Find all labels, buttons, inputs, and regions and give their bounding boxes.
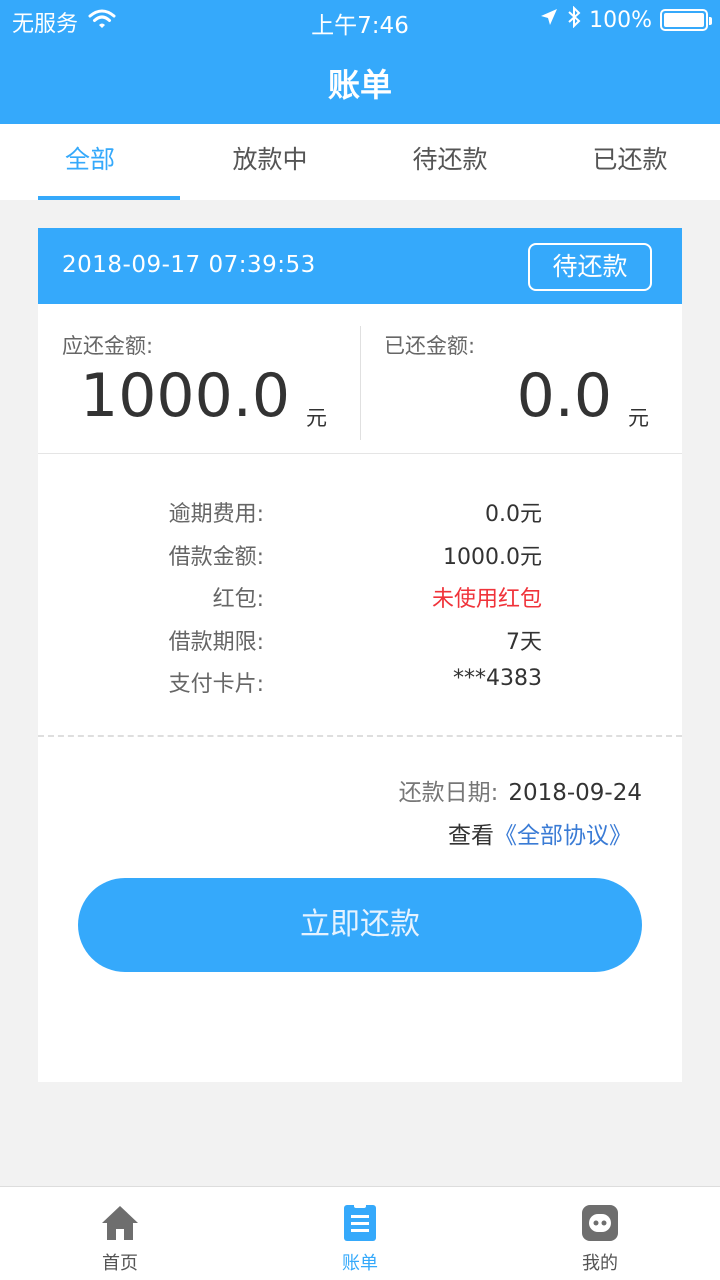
repay-date-value: 2018-09-24 (508, 780, 642, 806)
battery-percent: 100% (589, 7, 652, 33)
bluetooth-icon (567, 5, 581, 34)
nav-item-bill[interactable]: 账单 (240, 1187, 480, 1280)
nav-item-home[interactable]: 首页 (0, 1187, 240, 1280)
dashed-divider (38, 735, 682, 737)
repay-date: 还款日期: 2018-09-24 (399, 773, 642, 807)
tab-all[interactable]: 全部 (0, 124, 180, 200)
nav-label-bill: 账单 (342, 1253, 378, 1274)
nav-label-home: 首页 (102, 1253, 138, 1274)
detail-value: 7天 (506, 629, 542, 655)
app-header: 无服务 上午7:46 100% 账单 (0, 0, 720, 124)
bill-date: 2018-09-17 07:39:53 (62, 252, 316, 278)
due-amount-value: 1000.0 (80, 361, 290, 431)
bill-card-header: 2018-09-17 07:39:53 待还款 (38, 228, 682, 304)
due-amount-label: 应还金额: (62, 334, 154, 358)
detail-row-payment-card: 支付卡片: ***4383 (38, 666, 682, 709)
paid-amount-label: 已还金额: (384, 334, 476, 358)
profile-icon (580, 1203, 620, 1243)
paid-amount-unit: 元 (628, 406, 649, 430)
detail-label: 借款期限: (168, 629, 264, 655)
status-bar: 无服务 上午7:46 100% (0, 0, 720, 40)
amount-summary: 应还金额: 1000.0 元 已还金额: 0.0 元 (38, 304, 682, 454)
tab-disbursing[interactable]: 放款中 (180, 124, 360, 200)
detail-row-red-packet: 红包: 未使用红包 (38, 581, 682, 624)
tab-repaid[interactable]: 已还款 (540, 124, 720, 200)
detail-label: 支付卡片: (168, 672, 264, 697)
home-icon (100, 1203, 140, 1243)
nav-item-mine[interactable]: 我的 (480, 1187, 720, 1280)
battery-level (664, 13, 704, 27)
detail-row-loan-amount: 借款金额: 1000.0元 (38, 539, 682, 582)
repay-now-button[interactable]: 立即还款 (78, 878, 642, 972)
bill-details: 逾期费用: 0.0元 借款金额: 1000.0元 红包: 未使用红包 借款期限:… (38, 496, 682, 709)
bill-card: 2018-09-17 07:39:53 待还款 应还金额: 1000.0 元 已… (38, 228, 682, 1082)
detail-label: 逾期费用: (168, 502, 264, 527)
detail-label: 借款金额: (168, 544, 264, 570)
nav-label-mine: 我的 (582, 1253, 618, 1274)
filter-tabs: 全部 放款中 待还款 已还款 (0, 124, 720, 200)
repay-date-label: 还款日期: (398, 780, 499, 806)
paid-amount-value: 0.0 (516, 361, 612, 431)
bill-icon (340, 1203, 380, 1243)
detail-row-loan-term: 借款期限: 7天 (38, 624, 682, 667)
detail-value: 1000.0元 (443, 544, 542, 570)
page-title: 账单 (327, 66, 392, 104)
amount-divider (360, 326, 361, 440)
battery-icon (660, 9, 712, 31)
detail-value: 0.0元 (485, 502, 542, 527)
location-arrow-icon (539, 7, 559, 33)
detail-value: ***4383 (453, 666, 542, 691)
agreement-line: 查看《全部协议》 (448, 816, 632, 850)
bottom-nav: 首页 账单 我的 (0, 1186, 720, 1280)
detail-value-red-packet: 未使用红包 (431, 587, 542, 612)
tab-pending-repayment[interactable]: 待还款 (360, 124, 540, 200)
status-badge: 待还款 (528, 243, 652, 291)
detail-row-overdue-fee: 逾期费用: 0.0元 (38, 496, 682, 539)
detail-label: 红包: (212, 587, 264, 612)
agreement-link[interactable]: 《全部协议》 (494, 823, 632, 849)
due-amount-unit: 元 (306, 406, 327, 430)
agreement-prefix: 查看 (448, 823, 494, 849)
